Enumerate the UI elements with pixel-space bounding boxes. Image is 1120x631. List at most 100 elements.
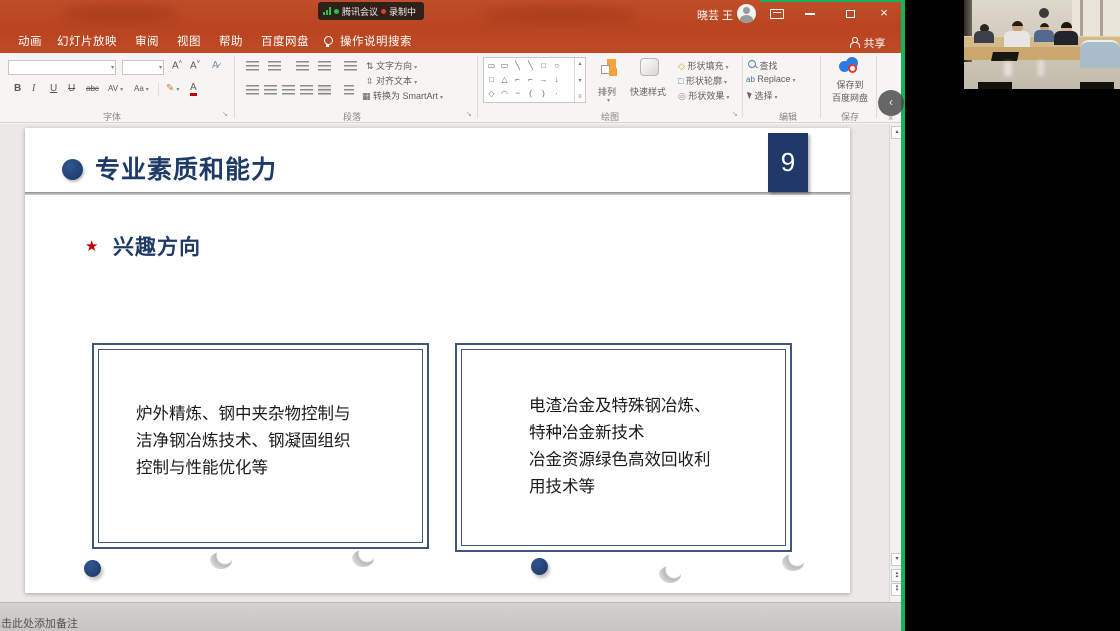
italic-button[interactable]: I bbox=[32, 83, 35, 94]
handle-close-icon[interactable]: × bbox=[888, 113, 893, 123]
bullets-icon[interactable] bbox=[246, 61, 259, 71]
line-spacing-icon[interactable] bbox=[344, 61, 357, 71]
decrease-font-icon[interactable]: A˅ bbox=[190, 60, 200, 71]
page-number-box: 9 bbox=[768, 133, 808, 192]
webcam-video[interactable] bbox=[964, 0, 1120, 89]
shapes-gallery[interactable]: ▭▭╲╲□○ □△⌐⌐→↓ ◇◠~()· ▴▾≡ bbox=[483, 57, 586, 103]
char-spacing-icon[interactable]: AV▾ bbox=[108, 84, 123, 93]
share-button[interactable]: 共享 bbox=[849, 34, 885, 52]
tell-me-search[interactable]: 操作说明搜索 bbox=[340, 33, 412, 49]
tab-view[interactable]: 视图 bbox=[177, 33, 201, 49]
underline-button[interactable]: U bbox=[50, 83, 57, 94]
paragraph-dialog-launcher[interactable]: ↘ bbox=[466, 110, 472, 118]
cursor-icon bbox=[747, 91, 753, 100]
decorative-shape bbox=[782, 554, 804, 571]
drawing-dialog-launcher[interactable]: ↘ bbox=[732, 110, 738, 118]
meeting-status-dot bbox=[334, 9, 339, 14]
bold-button[interactable]: B bbox=[14, 83, 21, 94]
meeting-app-name: 腾讯会议 bbox=[342, 5, 378, 18]
box-right-line: 特种冶金新技术 bbox=[529, 420, 711, 447]
divider bbox=[158, 83, 159, 96]
slide-subtitle[interactable]: 兴趣方向 bbox=[113, 231, 201, 261]
decorative-shape bbox=[659, 566, 681, 583]
distributed-icon[interactable] bbox=[318, 85, 331, 95]
font-name-combo[interactable]: ▾ bbox=[8, 60, 116, 75]
box-left-line: 炉外精炼、钢中夹杂物控制与 bbox=[136, 401, 351, 428]
participant-body bbox=[974, 31, 994, 43]
desk-object bbox=[978, 82, 1012, 89]
shape-fill-button[interactable]: ◇ 形状填充▾ bbox=[678, 59, 728, 72]
font-size-combo[interactable]: ▾ bbox=[122, 60, 164, 75]
group-divider bbox=[234, 56, 235, 118]
decorative-shape bbox=[352, 550, 374, 567]
group-divider bbox=[477, 56, 478, 118]
group-divider bbox=[876, 56, 877, 118]
baidu-netdisk-icon bbox=[839, 57, 859, 74]
wall-clock bbox=[1039, 8, 1049, 18]
justify-icon[interactable] bbox=[300, 85, 313, 95]
content-box-left[interactable]: 炉外精炼、钢中夹杂物控制与 洁净钢冶炼技术、钢凝固组织 控制与性能优化等 bbox=[92, 343, 429, 549]
slide-title[interactable]: 专业素质和能力 bbox=[95, 150, 277, 186]
video-artifact bbox=[480, 4, 640, 24]
save-to-baidu-button[interactable]: 保存到 百度网盘 bbox=[826, 78, 874, 104]
minimize-button[interactable] bbox=[793, 0, 827, 26]
tab-help[interactable]: 帮助 bbox=[219, 33, 243, 49]
avatar[interactable] bbox=[737, 4, 756, 23]
numbering-icon[interactable] bbox=[268, 61, 281, 71]
decorative-shape bbox=[210, 552, 232, 569]
align-text-button[interactable]: ⇳ 对齐文本▾ bbox=[366, 74, 417, 87]
replace-button[interactable]: ab Replace▾ bbox=[746, 74, 795, 84]
tell-me-bulb-icon bbox=[323, 36, 332, 48]
increase-font-icon[interactable]: A˄ bbox=[172, 60, 182, 71]
clear-format-icon[interactable]: A̷ bbox=[212, 60, 219, 71]
participant-body bbox=[1054, 31, 1078, 45]
slide-editing-area: 专业素质和能力 9 ★ 兴趣方向 炉外精炼、钢中夹杂物控制与 洁净钢冶炼技术、钢… bbox=[0, 124, 889, 602]
editing-group-label: 编辑 bbox=[758, 110, 818, 123]
gallery-scroll[interactable]: ▴▾≡ bbox=[574, 58, 585, 102]
tab-slideshow[interactable]: 幻灯片放映 bbox=[57, 33, 117, 49]
tab-animation[interactable]: 动画 bbox=[18, 33, 42, 49]
arrange-icon[interactable] bbox=[601, 59, 619, 77]
quick-styles-button[interactable]: 快速样式 bbox=[630, 85, 666, 98]
paragraph-group-label: 段落 bbox=[322, 110, 382, 123]
desk-reflection bbox=[1038, 60, 1044, 76]
font-color-icon[interactable]: A bbox=[190, 83, 197, 96]
find-button[interactable]: 查找 bbox=[748, 59, 778, 72]
drawing-group-label: 绘图 bbox=[580, 110, 640, 123]
increase-indent-icon[interactable] bbox=[318, 61, 331, 71]
decrease-indent-icon[interactable] bbox=[296, 61, 309, 71]
change-case-icon[interactable]: Aa▾ bbox=[134, 84, 149, 93]
shape-effects-button[interactable]: ◎ 形状效果▾ bbox=[678, 89, 729, 102]
columns-icon[interactable] bbox=[344, 85, 354, 95]
close-button[interactable]: × bbox=[867, 0, 901, 26]
restore-button[interactable] bbox=[833, 0, 867, 26]
desk-reflection bbox=[1004, 62, 1012, 76]
shape-outline-button[interactable]: □ 形状轮廓▾ bbox=[678, 74, 727, 87]
content-box-right[interactable]: 电渣冶金及特殊钢冶炼、 特种冶金新技术 冶金资源绿色高效回收利 用技术等 bbox=[455, 343, 792, 552]
highlight-pen-icon[interactable]: ✎▾ bbox=[166, 83, 179, 94]
slide-canvas[interactable]: 专业素质和能力 9 ★ 兴趣方向 炉外精炼、钢中夹杂物控制与 洁净钢冶炼技术、钢… bbox=[25, 128, 850, 593]
account-user-name[interactable]: 晓芸 王 bbox=[697, 7, 733, 23]
align-center-icon[interactable] bbox=[264, 85, 277, 95]
smartart-button[interactable]: ▦ 转换为 SmartArt▾ bbox=[362, 89, 443, 102]
meeting-recording-overlay: 腾讯会议 录制中 bbox=[318, 2, 424, 20]
notes-pane[interactable]: 单击此处添加备注 bbox=[0, 602, 905, 631]
quick-styles-icon[interactable] bbox=[640, 58, 659, 76]
strikethrough-abc-icon[interactable]: abc bbox=[86, 84, 99, 93]
font-dialog-launcher[interactable]: ↘ bbox=[222, 110, 228, 118]
arrange-dropdown[interactable]: ▾ bbox=[607, 97, 610, 104]
star-bullet-icon: ★ bbox=[85, 237, 98, 255]
save-group-label: 保存 bbox=[820, 110, 880, 123]
select-button[interactable]: 选择▾ bbox=[748, 89, 778, 102]
tab-baidu-netdisk[interactable]: 百度网盘 bbox=[261, 33, 309, 49]
align-right-icon[interactable] bbox=[282, 85, 295, 95]
font-group-label: 字体 bbox=[82, 110, 142, 123]
ribbon: ▾ ▾ A˄ A˅ A̷ B I U U abc AV▾ Aa▾ ✎▾ A 字体… bbox=[0, 53, 905, 123]
group-divider bbox=[742, 56, 743, 118]
participant-body bbox=[1004, 31, 1030, 47]
align-left-icon[interactable] bbox=[246, 85, 259, 95]
strikethrough-button[interactable]: U bbox=[68, 83, 75, 94]
text-direction-button[interactable]: ⇅ 文字方向▾ bbox=[366, 59, 417, 72]
tab-review[interactable]: 审阅 bbox=[135, 33, 159, 49]
ribbon-display-options-icon[interactable] bbox=[770, 9, 784, 19]
